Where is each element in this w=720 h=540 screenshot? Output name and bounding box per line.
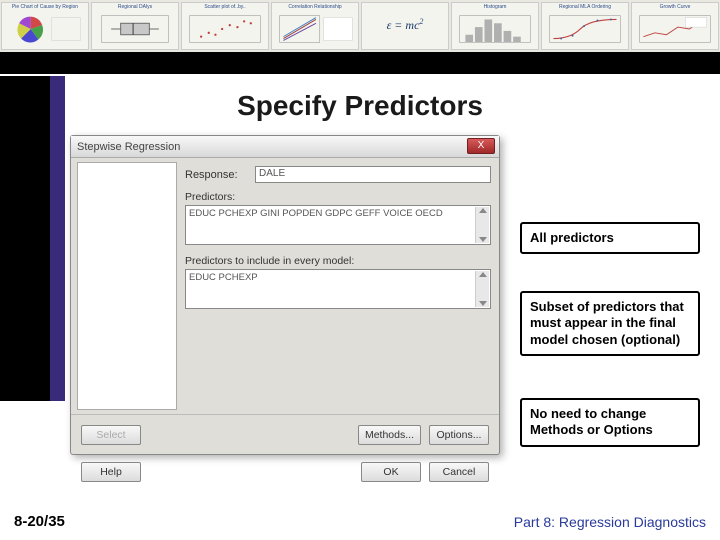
thumb-box: Regional DAlys	[91, 2, 179, 50]
include-input[interactable]: EDUC PCHEXP	[185, 269, 491, 309]
black-divider	[0, 54, 720, 74]
help-button[interactable]: Help	[81, 462, 141, 482]
thumbnail-strip: Pie Chart of Cause by Region Regional DA…	[0, 0, 720, 54]
part-label: Part 8: Regression Diagnostics	[514, 514, 706, 530]
options-button[interactable]: Options...	[429, 425, 489, 445]
annotation-all-predictors: All predictors	[520, 222, 700, 254]
methods-button[interactable]: Methods...	[358, 425, 421, 445]
scroll-indicator[interactable]	[475, 271, 489, 307]
thumb-lines: Correlation Relationship	[271, 2, 359, 50]
include-label: Predictors to include in every model:	[185, 255, 491, 267]
scroll-indicator[interactable]	[475, 207, 489, 243]
slide-title: Specify Predictors	[0, 90, 720, 122]
thumb-pie: Pie Chart of Cause by Region	[1, 2, 89, 50]
predictors-label: Predictors:	[185, 191, 491, 203]
thumb-equation: ε = mc2	[361, 2, 449, 50]
thumb-sigmoid: Regional MLA Ordering	[541, 2, 629, 50]
page-number: 8-20/35	[14, 513, 65, 530]
annotation-subset: Subset of predictors that must appear in…	[520, 291, 700, 356]
thumb-hist: Histogram	[451, 2, 539, 50]
annotation-methods: No need to change Methods or Options	[520, 398, 700, 447]
dialog-title: Stepwise Regression	[77, 141, 180, 153]
response-label: Response:	[185, 169, 255, 181]
thumb-growth: Growth Curve	[631, 2, 719, 50]
sidebar-black	[0, 76, 50, 401]
ok-button[interactable]: OK	[361, 462, 421, 482]
stepwise-dialog: Stepwise Regression X Response: DALE Pre…	[70, 135, 500, 455]
select-button: Select	[81, 425, 141, 445]
thumb-scatter: Scatter plot of..by..	[181, 2, 269, 50]
response-input[interactable]: DALE	[255, 166, 491, 183]
close-button[interactable]: X	[467, 138, 495, 154]
cancel-button[interactable]: Cancel	[429, 462, 489, 482]
sidebar-purple	[50, 76, 65, 401]
dialog-titlebar: Stepwise Regression X	[71, 136, 499, 158]
variable-list[interactable]	[77, 162, 177, 410]
predictors-input[interactable]: EDUC PCHEXP GINI POPDEN GDPC GEFF VOICE …	[185, 205, 491, 245]
